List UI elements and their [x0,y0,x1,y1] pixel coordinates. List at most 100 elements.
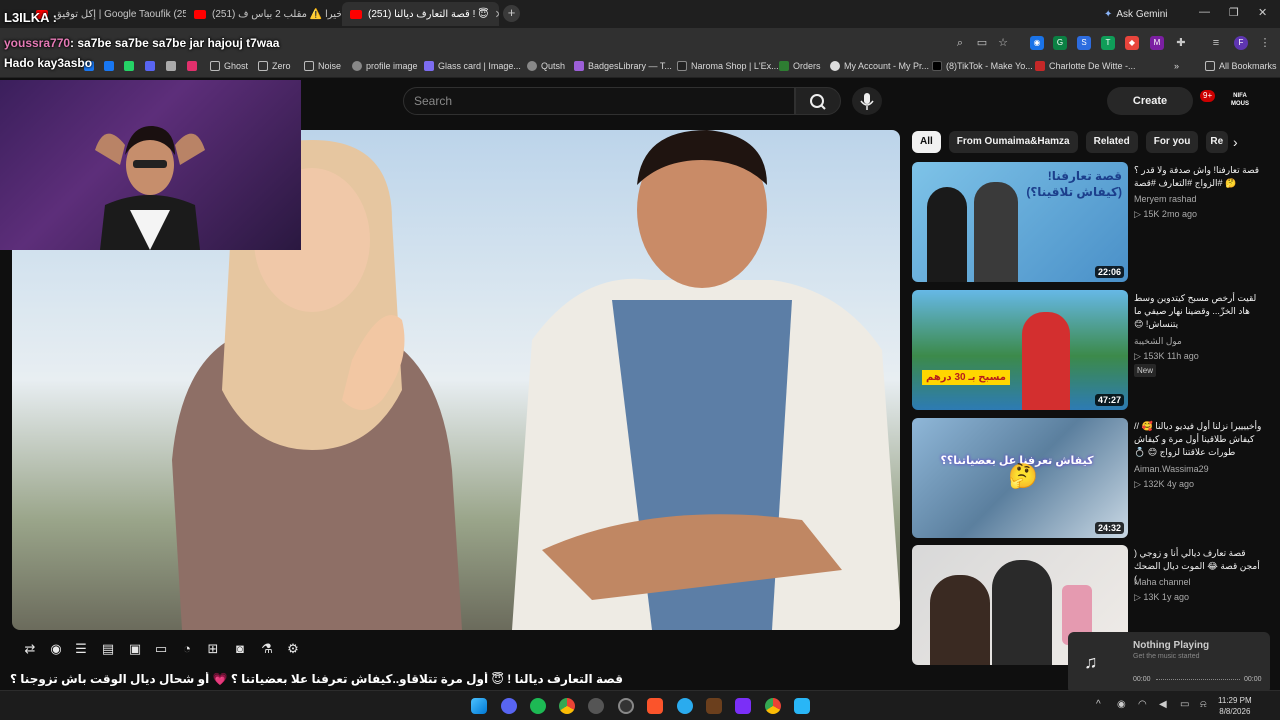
bookmark-zero[interactable]: Zero [258,61,291,71]
chip-recently[interactable]: Re [1206,131,1229,153]
bell-icon[interactable]: ⍾ [1200,699,1207,710]
channel-avatar[interactable]: NIFA MOUS [1228,92,1252,108]
profile-avatar-icon[interactable]: F [1234,36,1248,50]
close-window-icon[interactable]: ✕ [1258,6,1267,19]
app-icon[interactable] [706,698,722,714]
recommendation-item[interactable]: كيفاش تعرفنا عل بعضياتنا؟؟ 🤔 24:32 وأخيي… [912,418,1268,540]
create-button[interactable]: Create [1107,87,1193,115]
chip-all[interactable]: All [912,131,941,153]
queue-icon[interactable]: ☰ [72,640,90,658]
bookmark-noise[interactable]: Noise [304,61,341,71]
theater-mode-icon[interactable]: ▭ [152,640,170,658]
video-thumbnail[interactable]: قصة تعارفنا! (كيفاش تلاقينا؟) 22:06 [912,162,1128,282]
chip-from-channel[interactable]: From Oumaima&Hamza [948,131,1078,153]
bookmark-my-account[interactable]: My Account - My Pr... [830,61,929,71]
recommendation-title[interactable]: وأخييييرا نزلنا أول فيديو ديالنا 🥰 // كي… [1134,420,1264,459]
miniplayer-icon[interactable]: ▣ [126,640,144,658]
recommendation-item[interactable]: قصة تعارفنا! (كيفاش تلاقينا؟) 22:06 قصة … [912,162,1268,284]
chrome-active-icon[interactable] [765,698,781,714]
chip-for-you[interactable]: For you [1145,131,1199,153]
app-icon[interactable] [794,698,810,714]
bookmark-icon[interactable] [145,61,155,71]
screenshot-icon[interactable]: ◙ [231,640,249,658]
extensions-puzzle-icon[interactable]: ✚ [1174,36,1188,50]
flask-icon[interactable]: ⚗ [258,640,276,658]
extension-icon[interactable]: M [1150,36,1164,50]
browser-tab-active[interactable]: (251) قصة التعارف ديالنا ! 😇 ✕ [342,2,499,26]
chrome-icon[interactable] [559,698,575,714]
windows-start-icon[interactable] [471,698,487,714]
minimize-icon[interactable]: — [1199,6,1210,18]
brave-icon[interactable] [647,698,663,714]
voice-search-button[interactable] [852,87,882,115]
extension-icon[interactable]: ◉ [1030,36,1044,50]
search-button[interactable] [795,87,841,115]
browser-tab[interactable]: (251) و أخيرا ⚠️ مقلب 2 بياس ف... ✕ [186,2,341,26]
wifi-icon[interactable]: ◠ [1138,699,1147,710]
audio-mode-icon[interactable]: ◉ [47,640,65,658]
taskbar-clock[interactable]: 11:29 PM 8/8/2026 [1218,695,1252,717]
recommendation-channel[interactable]: Maha channel [1134,577,1191,587]
maximize-icon[interactable]: ❐ [1229,6,1239,19]
bookmark-icon[interactable] [124,61,134,71]
bookmark-orders[interactable]: Orders [779,61,821,71]
all-bookmarks-button[interactable]: All Bookmarks [1205,61,1277,71]
cast-icon[interactable]: ▭ [975,36,989,50]
clock-date: 8/8/2026 [1219,707,1251,716]
search-input[interactable]: Search [403,87,795,115]
thumbnail-person [930,575,990,665]
loop-icon[interactable]: ⇄ [21,640,39,658]
recommendation-item[interactable]: مسبح بـ 30 درهم 47:27 لقيت أرخص مسبح كيت… [912,290,1268,412]
ask-gemini-button[interactable]: ✦ Ask Gemini [1104,5,1168,23]
video-thumbnail[interactable]: مسبح بـ 30 درهم 47:27 [912,290,1128,410]
app-icon[interactable] [735,698,751,714]
discord-tray-icon[interactable]: ◉ [1117,699,1126,710]
bookmark-ghost[interactable]: Ghost [210,61,248,71]
chevron-right-icon[interactable]: › [1233,134,1238,150]
recommendation-channel[interactable]: Aiman.Wassima29 [1134,464,1209,474]
bookmark-tiktok[interactable]: (8)TikTok - Make Yo... [932,61,1033,71]
volume-icon[interactable]: ◀ [1159,699,1167,710]
recommendation-channel[interactable]: مول الشخيبة [1134,336,1182,347]
new-tab-button[interactable]: + [503,5,520,22]
recommendation-title[interactable]: لقيت أرخص مسبح كيتدوين وسط هاد الخزّ... … [1134,292,1264,331]
globe-icon [352,61,362,71]
bookmark-qutsh[interactable]: Qutsh [527,61,565,71]
add-clip-icon[interactable]: ⊞ [204,640,222,658]
recommendation-title[interactable]: قصة تعارفنا! واش صدفة ولا قدر ؟ 🤔 #الزوا… [1134,164,1264,190]
app-icon[interactable] [618,698,634,714]
obs-icon[interactable] [588,698,604,714]
discord-icon[interactable] [501,698,517,714]
system-tray-chevron-icon[interactable]: ^ [1096,699,1101,710]
speed-icon[interactable]: ◔ [178,640,196,658]
more-bookmarks-chevron-icon[interactable]: » [1174,61,1179,71]
notification-count-badge[interactable]: 9+ [1200,90,1216,102]
bookmark-star-icon[interactable]: ☆ [996,36,1010,50]
clapperboard-icon[interactable]: ▤ [99,640,117,658]
bookmark-icon[interactable] [104,61,114,71]
extension-icon[interactable]: T [1101,36,1115,50]
music-progress-bar[interactable] [1156,679,1240,681]
close-tab-icon[interactable]: ✕ [489,8,499,21]
bookmark-profile-image[interactable]: profile image [352,61,418,71]
bookmark-icon[interactable] [166,61,176,71]
video-thumbnail[interactable]: كيفاش تعرفنا عل بعضياتنا؟؟ 🤔 24:32 [912,418,1128,538]
zoom-icon[interactable]: ⌕ [953,36,967,50]
bookmark-charlotte[interactable]: Charlotte De Witte -... [1035,61,1136,71]
bookmark-icon[interactable] [187,61,197,71]
music-widget[interactable]: ♫ Nothing Playing Get the music started … [1068,632,1270,694]
spotify-icon[interactable] [530,698,546,714]
extension-icon[interactable]: S [1077,36,1091,50]
bookmark-glass-card[interactable]: Glass card | Image... [424,61,521,71]
bookmark-naroma-shop[interactable]: Naroma Shop | L'Ex... [677,61,779,71]
settings-gear-icon[interactable]: ⚙ [284,640,302,658]
telegram-icon[interactable] [677,698,693,714]
recommendation-channel[interactable]: Meryem rashad [1134,194,1197,204]
browser-menu-icon[interactable]: ⋮ [1258,36,1272,50]
media-icon[interactable]: ≡ [1209,36,1223,50]
extension-icon[interactable]: ◆ [1125,36,1139,50]
battery-icon[interactable]: ▭ [1180,699,1189,710]
extension-icon[interactable]: G [1053,36,1067,50]
chip-related[interactable]: Related [1085,131,1138,153]
bookmark-badges-library[interactable]: BadgesLibrary — T... [574,61,672,71]
